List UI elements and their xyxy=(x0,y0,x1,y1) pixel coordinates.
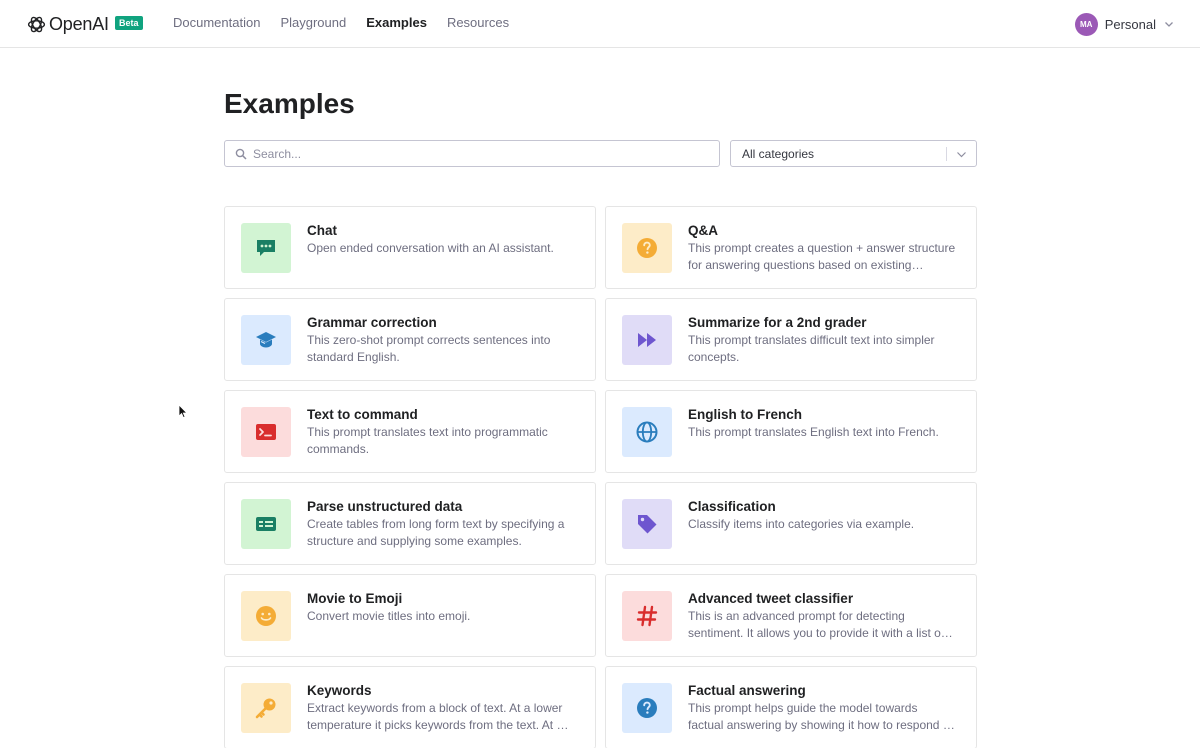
card-icon-bg xyxy=(241,407,291,457)
card-description: This prompt helps guide the model toward… xyxy=(688,701,953,732)
card-icon-bg xyxy=(622,499,672,549)
card-icon-bg xyxy=(241,315,291,365)
openai-logo-icon xyxy=(27,16,46,32)
card-description: Create tables from long form text by spe… xyxy=(307,517,565,548)
card-title: Factual answering xyxy=(688,683,806,698)
card-icon-bg xyxy=(622,407,672,457)
card-description: Convert movie titles into emoji. xyxy=(307,609,471,623)
card-description: This prompt translates English text into… xyxy=(688,425,939,439)
card-icon-bg xyxy=(241,683,291,733)
card-title: Keywords xyxy=(307,683,372,698)
chevron-down-icon xyxy=(957,152,966,158)
card-title: Movie to Emoji xyxy=(307,591,403,606)
openai-logo[interactable]: OpenAI xyxy=(26,13,109,35)
select-divider xyxy=(946,147,947,161)
nav-link-resources[interactable]: Resources xyxy=(447,15,509,30)
card-description: This prompt creates a question + answer … xyxy=(688,241,956,272)
table-icon xyxy=(256,517,276,531)
example-card-text-to-command[interactable]: Text to command This prompt translates t… xyxy=(224,390,596,473)
search-icon xyxy=(235,148,247,160)
card-description: Classify items into categories via examp… xyxy=(688,517,915,531)
chat-icon xyxy=(257,240,275,256)
fast-forward-icon xyxy=(638,333,656,347)
example-card-factual-answering[interactable]: Factual answering This prompt helps guid… xyxy=(605,666,977,748)
card-icon-bg xyxy=(241,499,291,549)
account-label: Personal xyxy=(1104,16,1156,32)
card-title: Classification xyxy=(688,499,776,514)
example-card-grammar-correction[interactable]: Grammar correction This zero-shot prompt… xyxy=(224,298,596,381)
example-card-advanced-tweet-classifier[interactable]: Advanced tweet classifier This is an adv… xyxy=(605,574,977,657)
chevron-down-icon xyxy=(1165,22,1173,27)
card-title: Chat xyxy=(307,223,337,238)
terminal-icon xyxy=(256,424,276,440)
search-box[interactable] xyxy=(224,140,720,167)
nav-link-playground[interactable]: Playground xyxy=(280,15,346,30)
card-description: This prompt translates difficult text in… xyxy=(688,333,935,364)
card-description: This is an advanced prompt for detecting… xyxy=(688,609,945,640)
example-card-summarize[interactable]: Summarize for a 2nd grader This prompt t… xyxy=(605,298,977,381)
card-title: English to French xyxy=(688,407,803,422)
card-icon-bg xyxy=(622,683,672,733)
card-title: Grammar correction xyxy=(307,315,437,330)
card-icon-bg xyxy=(622,591,672,641)
category-select-value: All categories xyxy=(742,147,815,161)
question-icon xyxy=(637,238,657,258)
globe-icon xyxy=(636,421,658,443)
example-card-chat[interactable]: Chat Open ended conversation with an AI … xyxy=(224,206,596,289)
card-title: Summarize for a 2nd grader xyxy=(688,315,867,330)
card-title: Advanced tweet classifier xyxy=(688,591,854,606)
card-icon-bg xyxy=(622,223,672,273)
card-icon-bg xyxy=(241,223,291,273)
mouse-pointer-icon xyxy=(178,404,188,419)
key-icon xyxy=(255,698,276,719)
account-menu[interactable]: MA Personal xyxy=(1074,12,1174,36)
top-nav: OpenAI Beta Documentation Playground Exa… xyxy=(0,0,1200,48)
example-card-english-to-french[interactable]: English to French This prompt translates… xyxy=(605,390,977,473)
category-select[interactable]: All categories xyxy=(730,140,977,167)
search-input[interactable] xyxy=(253,146,693,161)
smiley-icon xyxy=(256,606,276,626)
card-description: Open ended conversation with an AI assis… xyxy=(307,241,554,255)
card-description: This zero-shot prompt corrects sentences… xyxy=(307,333,551,364)
example-card-keywords[interactable]: Keywords Extract keywords from a block o… xyxy=(224,666,596,748)
avatar: MA xyxy=(1074,12,1098,36)
tag-icon xyxy=(638,515,657,534)
hashtag-icon xyxy=(636,605,658,627)
page-title: Examples xyxy=(224,88,355,119)
example-card-qa[interactable]: Q&A This prompt creates a question + ans… xyxy=(605,206,977,289)
question-icon xyxy=(637,698,657,718)
example-card-movie-to-emoji[interactable]: Movie to Emoji Convert movie titles into… xyxy=(224,574,596,657)
card-title: Q&A xyxy=(688,223,718,238)
example-card-classification[interactable]: Classification Classify items into categ… xyxy=(605,482,977,565)
example-card-parse-unstructured-data[interactable]: Parse unstructured data Create tables fr… xyxy=(224,482,596,565)
card-icon-bg xyxy=(241,591,291,641)
card-description: This prompt translates text into program… xyxy=(307,425,548,456)
nav-link-documentation[interactable]: Documentation xyxy=(173,15,260,30)
beta-badge: Beta xyxy=(115,16,143,30)
card-description: Extract keywords from a block of text. A… xyxy=(307,701,564,732)
card-title: Text to command xyxy=(307,407,418,422)
graduation-cap-icon xyxy=(256,332,276,348)
brand-name: OpenAI xyxy=(49,13,109,34)
card-icon-bg xyxy=(622,315,672,365)
card-title: Parse unstructured data xyxy=(307,499,463,514)
nav-link-examples[interactable]: Examples xyxy=(366,15,427,30)
nav-links: Documentation Playground Examples Resour… xyxy=(173,15,529,30)
